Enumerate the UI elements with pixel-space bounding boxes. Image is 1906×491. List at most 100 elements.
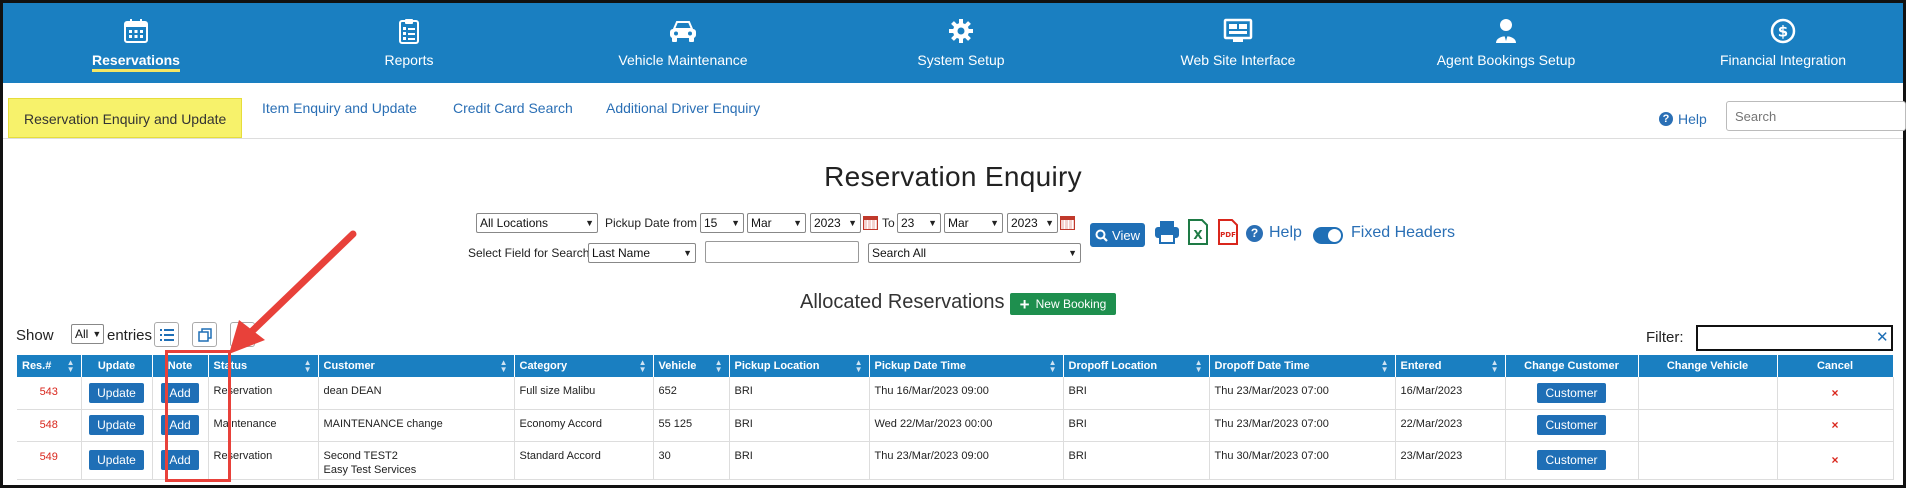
dropoff-datetime-text: Thu 23/Mar/2023 07:00 bbox=[1214, 417, 1329, 430]
chevron-down-icon: ▼ bbox=[731, 218, 740, 228]
nav-item-reports[interactable]: Reports bbox=[359, 3, 459, 83]
cancel-icon[interactable]: × bbox=[1831, 453, 1838, 467]
to-month-select[interactable]: Mar ▼ bbox=[944, 213, 1003, 233]
from-month-select[interactable]: Mar ▼ bbox=[747, 213, 806, 233]
tab-credit-card-search[interactable]: Credit Card Search bbox=[453, 100, 573, 116]
res-number[interactable]: 549 bbox=[17, 441, 82, 480]
change-vehicle-cell bbox=[1638, 409, 1778, 442]
sub-navigation: Reservation Enquiry and Update Item Enqu… bbox=[3, 83, 1906, 139]
view-button[interactable]: View bbox=[1090, 223, 1145, 247]
show-label: Show bbox=[16, 327, 54, 344]
tab-reservation-enquiry-and-update[interactable]: Reservation Enquiry and Update bbox=[8, 98, 243, 138]
nav-item-reservations[interactable]: Reservations bbox=[76, 3, 196, 83]
dropoff-datetime-cell: Thu 23/Mar/2023 07:00 bbox=[1209, 409, 1396, 442]
nav-item-system-setup[interactable]: System Setup bbox=[901, 3, 1021, 83]
column-header[interactable]: Pickup Location ▲ ▼ bbox=[729, 355, 870, 377]
gear-icon bbox=[948, 17, 974, 45]
chevron-down-icon: ▼ bbox=[928, 218, 937, 228]
car-icon bbox=[668, 17, 698, 45]
dropoff-datetime-cell: Thu 30/Mar/2023 07:00 bbox=[1209, 441, 1396, 480]
tab-item-enquiry-and-update[interactable]: Item Enquiry and Update bbox=[262, 100, 417, 116]
from-month-value: Mar bbox=[751, 216, 772, 230]
sort-icon: ▲ ▼ bbox=[638, 358, 647, 374]
column-header[interactable]: Status ▲ ▼ bbox=[208, 355, 319, 377]
sort-icon: ▲ ▼ bbox=[1194, 358, 1203, 374]
to-year-select[interactable]: 2023 ▼ bbox=[1007, 213, 1058, 233]
help-link[interactable]: ? Help bbox=[1659, 111, 1707, 127]
update-button[interactable]: Update bbox=[89, 382, 144, 403]
pickup-location-text: BRI bbox=[734, 449, 753, 462]
print-icon[interactable] bbox=[1154, 217, 1180, 247]
res-number[interactable]: 548 bbox=[17, 409, 82, 442]
change-customer-cell: Customer bbox=[1505, 377, 1639, 410]
column-header[interactable]: Customer ▲ ▼ bbox=[318, 355, 515, 377]
column-header[interactable]: Vehicle ▲ ▼ bbox=[653, 355, 730, 377]
change-customer-button[interactable]: Customer bbox=[1537, 382, 1606, 403]
cancel-icon[interactable]: × bbox=[1831, 386, 1838, 400]
help-label: Help bbox=[1678, 111, 1707, 127]
entered-text: 23/Mar/2023 bbox=[1400, 449, 1463, 462]
category-cell: Full size Malibu bbox=[514, 377, 654, 410]
allocated-reservations-title: Allocated Reservations bbox=[800, 291, 1005, 313]
nav-item-vehicle-maintenance[interactable]: Vehicle Maintenance bbox=[603, 3, 763, 83]
page-title: Reservation Enquiry bbox=[824, 161, 1082, 192]
column-header[interactable]: Res.# ▲ ▼ bbox=[17, 355, 82, 377]
search-input[interactable] bbox=[1726, 101, 1906, 131]
customer-cell: dean DEAN bbox=[318, 377, 515, 410]
search-scope-select[interactable]: Search All ▼ bbox=[868, 243, 1081, 263]
note-cell: Add bbox=[152, 377, 209, 410]
add-note-button[interactable]: Add bbox=[161, 450, 199, 470]
entries-select[interactable]: All ▼ bbox=[71, 324, 104, 344]
add-note-button[interactable]: Add bbox=[161, 415, 199, 435]
clear-filter-icon[interactable]: ✕ bbox=[1876, 328, 1889, 346]
svg-text:X: X bbox=[1193, 228, 1203, 242]
excel-icon[interactable]: X bbox=[1185, 217, 1211, 247]
column-header[interactable]: Dropoff Date Time ▲ ▼ bbox=[1209, 355, 1396, 377]
export-button[interactable] bbox=[230, 322, 255, 347]
customer-company: Easy Test Services bbox=[323, 463, 417, 476]
location-select[interactable]: All Locations ▼ bbox=[476, 213, 598, 233]
nav-item-agent-bookings-setup[interactable]: Agent Bookings Setup bbox=[1421, 3, 1591, 83]
update-button[interactable]: Update bbox=[89, 415, 144, 435]
dropoff-location-text: BRI bbox=[1068, 417, 1087, 430]
column-header-label: Cancel bbox=[1816, 360, 1854, 372]
dropoff-datetime-text: Thu 30/Mar/2023 07:00 bbox=[1214, 449, 1329, 462]
new-booking-button[interactable]: + New Booking bbox=[1010, 293, 1116, 315]
from-year-select[interactable]: 2023 ▼ bbox=[810, 213, 861, 233]
column-header-label: Entered bbox=[1400, 360, 1442, 372]
calendar-picker-icon[interactable] bbox=[863, 216, 878, 230]
fixed-headers-toggle[interactable] bbox=[1313, 227, 1343, 244]
search-text-input[interactable] bbox=[705, 241, 859, 263]
chevron-down-icon: ▼ bbox=[1068, 248, 1077, 258]
dropoff-location-cell: BRI bbox=[1063, 377, 1210, 410]
copy-button[interactable] bbox=[192, 322, 217, 347]
column-header-label: Pickup Location bbox=[734, 360, 820, 372]
column-header[interactable]: Entered ▲ ▼ bbox=[1395, 355, 1506, 377]
cancel-icon[interactable]: × bbox=[1831, 418, 1838, 432]
column-header-label: Change Vehicle bbox=[1666, 360, 1749, 372]
nav-item-financial-integration[interactable]: $ Financial Integration bbox=[1703, 3, 1863, 83]
from-day-select[interactable]: 15 ▼ bbox=[700, 213, 744, 233]
nav-label: Web Site Interface bbox=[1180, 52, 1296, 68]
add-note-button[interactable]: Add bbox=[161, 382, 199, 403]
list-view-button[interactable] bbox=[154, 322, 179, 347]
calendar-picker-icon[interactable] bbox=[1060, 216, 1075, 230]
help-link-secondary[interactable]: ? Help bbox=[1246, 224, 1302, 242]
search-field-select[interactable]: Last Name ▼ bbox=[588, 243, 696, 263]
column-header[interactable]: Pickup Date Time ▲ ▼ bbox=[869, 355, 1064, 377]
nav-item-web-site-interface[interactable]: Web Site Interface bbox=[1163, 3, 1313, 83]
tab-additional-driver-enquiry[interactable]: Additional Driver Enquiry bbox=[606, 100, 760, 116]
change-customer-button[interactable]: Customer bbox=[1537, 415, 1606, 435]
category-text: Full size Malibu bbox=[519, 385, 596, 397]
table-row: 548 Update Add Maintenance MAINTENANCE c… bbox=[17, 409, 1894, 442]
update-button[interactable]: Update bbox=[89, 450, 144, 470]
column-header[interactable]: Category ▲ ▼ bbox=[514, 355, 654, 377]
change-customer-button[interactable]: Customer bbox=[1537, 450, 1606, 470]
agent-icon bbox=[1494, 17, 1518, 45]
column-header[interactable]: Dropoff Location ▲ ▼ bbox=[1063, 355, 1210, 377]
res-number[interactable]: 543 bbox=[17, 377, 82, 410]
pdf-icon[interactable]: PDF bbox=[1215, 217, 1241, 247]
dropoff-location-cell: BRI bbox=[1063, 409, 1210, 442]
to-day-select[interactable]: 23 ▼ bbox=[897, 213, 941, 233]
filter-input[interactable] bbox=[1696, 325, 1893, 351]
